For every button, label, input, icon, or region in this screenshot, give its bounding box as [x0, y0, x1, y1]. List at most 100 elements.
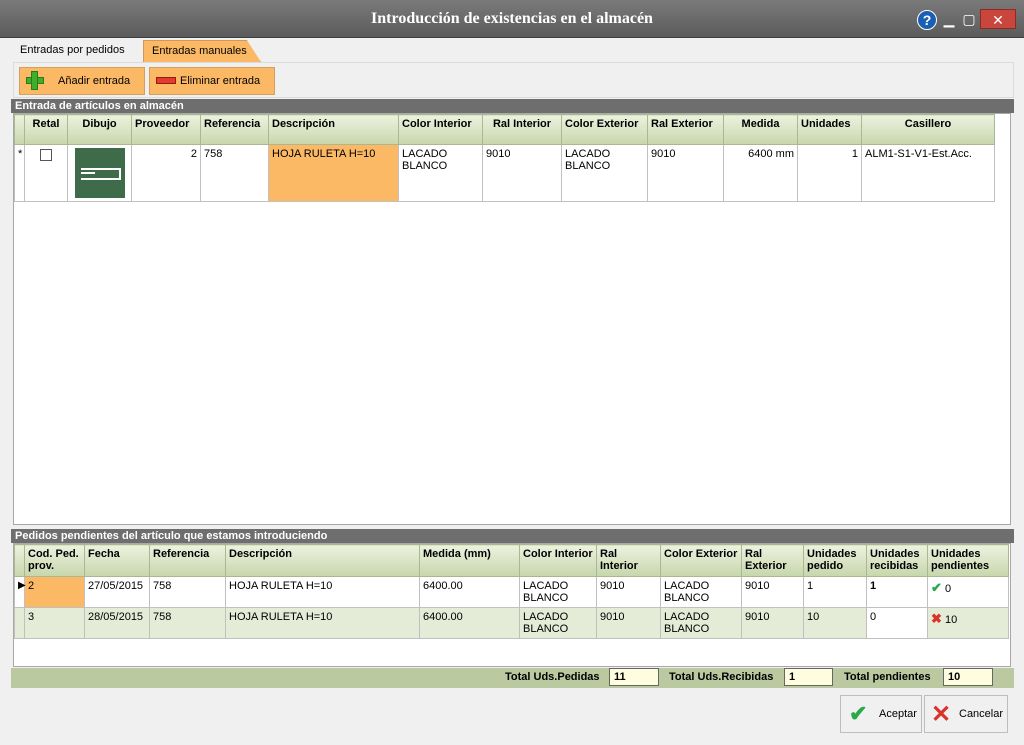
toolbar: Añadir entrada Eliminar entrada: [13, 62, 1014, 98]
profile-drawing-image: [74, 148, 125, 198]
minimize-button[interactable]: ▁: [940, 9, 958, 29]
minus-icon: [150, 67, 178, 95]
ral-exterior-cell[interactable]: 9010: [647, 144, 724, 202]
row-marker: [14, 607, 25, 639]
color-exterior-cell[interactable]: LACADO BLANCO: [561, 144, 648, 202]
color-interior-cell[interactable]: LACADO BLANCO: [519, 576, 597, 608]
col-ral-exterior[interactable]: Ral Exterior: [741, 544, 804, 577]
fecha-cell[interactable]: 27/05/2015: [84, 576, 150, 608]
casillero-cell[interactable]: ALM1-S1-V1-Est.Acc.: [861, 144, 995, 202]
col-proveedor[interactable]: Proveedor: [131, 114, 201, 145]
medida-cell[interactable]: 6400 mm: [723, 144, 798, 202]
col-referencia[interactable]: Referencia: [200, 114, 269, 145]
table-row[interactable]: 3 28/05/2015 758 HOJA RULETA H=10 6400.0…: [14, 607, 1009, 639]
col-unidades-pedido[interactable]: Unidades pedido: [803, 544, 867, 577]
pedido-cell[interactable]: 1: [803, 576, 867, 608]
medida-cell[interactable]: 6400.00: [419, 607, 520, 639]
col-ral-interior[interactable]: Ral Interior: [596, 544, 661, 577]
window-title: Introducción de existencias en el almacé…: [371, 10, 653, 27]
total-pedidas-field[interactable]: 11: [609, 668, 659, 686]
accept-button[interactable]: ✔ Aceptar: [840, 695, 922, 733]
pedido-cell[interactable]: 10: [803, 607, 867, 639]
pendientes-value: 10: [944, 614, 958, 626]
cancel-button[interactable]: ✕ Cancelar: [924, 695, 1008, 733]
ral-exterior-cell[interactable]: 9010: [741, 576, 804, 608]
cross-icon: ✕: [931, 700, 952, 728]
retal-checkbox[interactable]: [40, 149, 52, 161]
col-dibujo[interactable]: Dibujo: [67, 114, 132, 145]
totals-bar: Total Uds.Pedidas 11 Total Uds.Recibidas…: [11, 668, 1014, 688]
maximize-button[interactable]: ▢: [960, 9, 978, 29]
col-fecha[interactable]: Fecha: [84, 544, 150, 577]
table-row[interactable]: ▶ 2 27/05/2015 758 HOJA RULETA H=10 6400…: [14, 576, 1009, 608]
ral-interior-cell[interactable]: 9010: [596, 576, 661, 608]
referencia-cell[interactable]: 758: [200, 144, 269, 202]
col-ral-interior[interactable]: Ral Interior: [482, 114, 562, 145]
total-pendientes-field[interactable]: 10: [943, 668, 993, 686]
retal-cell: [24, 144, 68, 202]
pendientes-cell[interactable]: ✔ 0: [927, 576, 1009, 608]
title-bar: Introducción de existencias en el almacé…: [0, 0, 1024, 38]
col-medida[interactable]: Medida: [723, 114, 798, 145]
col-descripcion[interactable]: Descripción: [225, 544, 420, 577]
help-button[interactable]: ?: [917, 10, 937, 30]
delete-entry-label: Eliminar entrada: [180, 75, 261, 87]
col-unidades-recibidas[interactable]: Unidades recibidas: [866, 544, 928, 577]
pending-section-title: Pedidos pendientes del artículo que esta…: [11, 529, 1014, 543]
total-recibidas-label: Total Uds.Recibidas: [669, 671, 774, 683]
col-color-exterior[interactable]: Color Exterior: [561, 114, 648, 145]
ral-exterior-cell[interactable]: 9010: [741, 607, 804, 639]
referencia-cell[interactable]: 758: [149, 576, 226, 608]
pendientes-cell[interactable]: ✖ 10: [927, 607, 1009, 639]
close-button[interactable]: ✕: [980, 9, 1016, 29]
color-interior-cell[interactable]: LACADO BLANCO: [519, 607, 597, 639]
tab-entradas-manuales[interactable]: Entradas manuales: [143, 40, 261, 62]
col-referencia[interactable]: Referencia: [149, 544, 226, 577]
descripcion-cell[interactable]: HOJA RULETA H=10: [225, 576, 420, 608]
table-row[interactable]: * 2 758 HOJA RULETA H=10 LACADO BLANCO 9…: [14, 144, 995, 202]
row-header-corner: [14, 114, 25, 145]
col-casillero[interactable]: Casillero: [861, 114, 995, 145]
cod-cell[interactable]: 2: [24, 576, 85, 608]
col-cod-ped-prov[interactable]: Cod. Ped. prov.: [24, 544, 85, 577]
accept-label: Aceptar: [879, 708, 917, 720]
descripcion-cell[interactable]: HOJA RULETA H=10: [225, 607, 420, 639]
cod-cell[interactable]: 3: [24, 607, 85, 639]
pending-grid: Cod. Ped. prov. Fecha Referencia Descrip…: [13, 543, 1011, 667]
color-exterior-cell[interactable]: LACADO BLANCO: [660, 576, 742, 608]
entry-section-title: Entrada de artículos en almacén: [11, 99, 1014, 113]
ral-interior-cell[interactable]: 9010: [482, 144, 562, 202]
col-medida-mm[interactable]: Medida (mm): [419, 544, 520, 577]
fecha-cell[interactable]: 28/05/2015: [84, 607, 150, 639]
col-unidades[interactable]: Unidades: [797, 114, 862, 145]
row-header-corner: [14, 544, 25, 577]
col-color-interior[interactable]: Color Interior: [398, 114, 483, 145]
color-exterior-cell[interactable]: LACADO BLANCO: [660, 607, 742, 639]
recibidas-cell[interactable]: 1: [866, 576, 928, 608]
col-retal[interactable]: Retal: [24, 114, 68, 145]
col-color-exterior[interactable]: Color Exterior: [660, 544, 742, 577]
row-marker: *: [14, 144, 25, 202]
delete-entry-button[interactable]: Eliminar entrada: [149, 67, 275, 95]
proveedor-cell[interactable]: 2: [131, 144, 201, 202]
unidades-cell[interactable]: 1: [797, 144, 862, 202]
recibidas-cell[interactable]: 0: [866, 607, 928, 639]
pendientes-value: 0: [944, 583, 952, 595]
total-recibidas-field[interactable]: 1: [784, 668, 833, 686]
col-descripcion[interactable]: Descripción: [268, 114, 399, 145]
col-color-interior[interactable]: Color Interior: [519, 544, 597, 577]
color-interior-cell[interactable]: LACADO BLANCO: [398, 144, 483, 202]
ral-interior-cell[interactable]: 9010: [596, 607, 661, 639]
medida-cell[interactable]: 6400.00: [419, 576, 520, 608]
col-unidades-pendientes[interactable]: Unidades pendientes: [927, 544, 1009, 577]
total-pendientes-label: Total pendientes: [844, 671, 931, 683]
col-ral-exterior[interactable]: Ral Exterior: [647, 114, 724, 145]
add-entry-button[interactable]: Añadir entrada: [19, 67, 145, 95]
entry-grid: Retal Dibujo Proveedor Referencia Descri…: [13, 113, 1011, 525]
cross-icon: ✖: [931, 611, 942, 626]
referencia-cell[interactable]: 758: [149, 607, 226, 639]
current-row-arrow-icon: ▶: [14, 576, 26, 608]
descripcion-cell[interactable]: HOJA RULETA H=10: [268, 144, 399, 202]
tab-entradas-por-pedidos[interactable]: Entradas por pedidos: [12, 40, 140, 62]
check-icon: ✔: [849, 701, 868, 726]
